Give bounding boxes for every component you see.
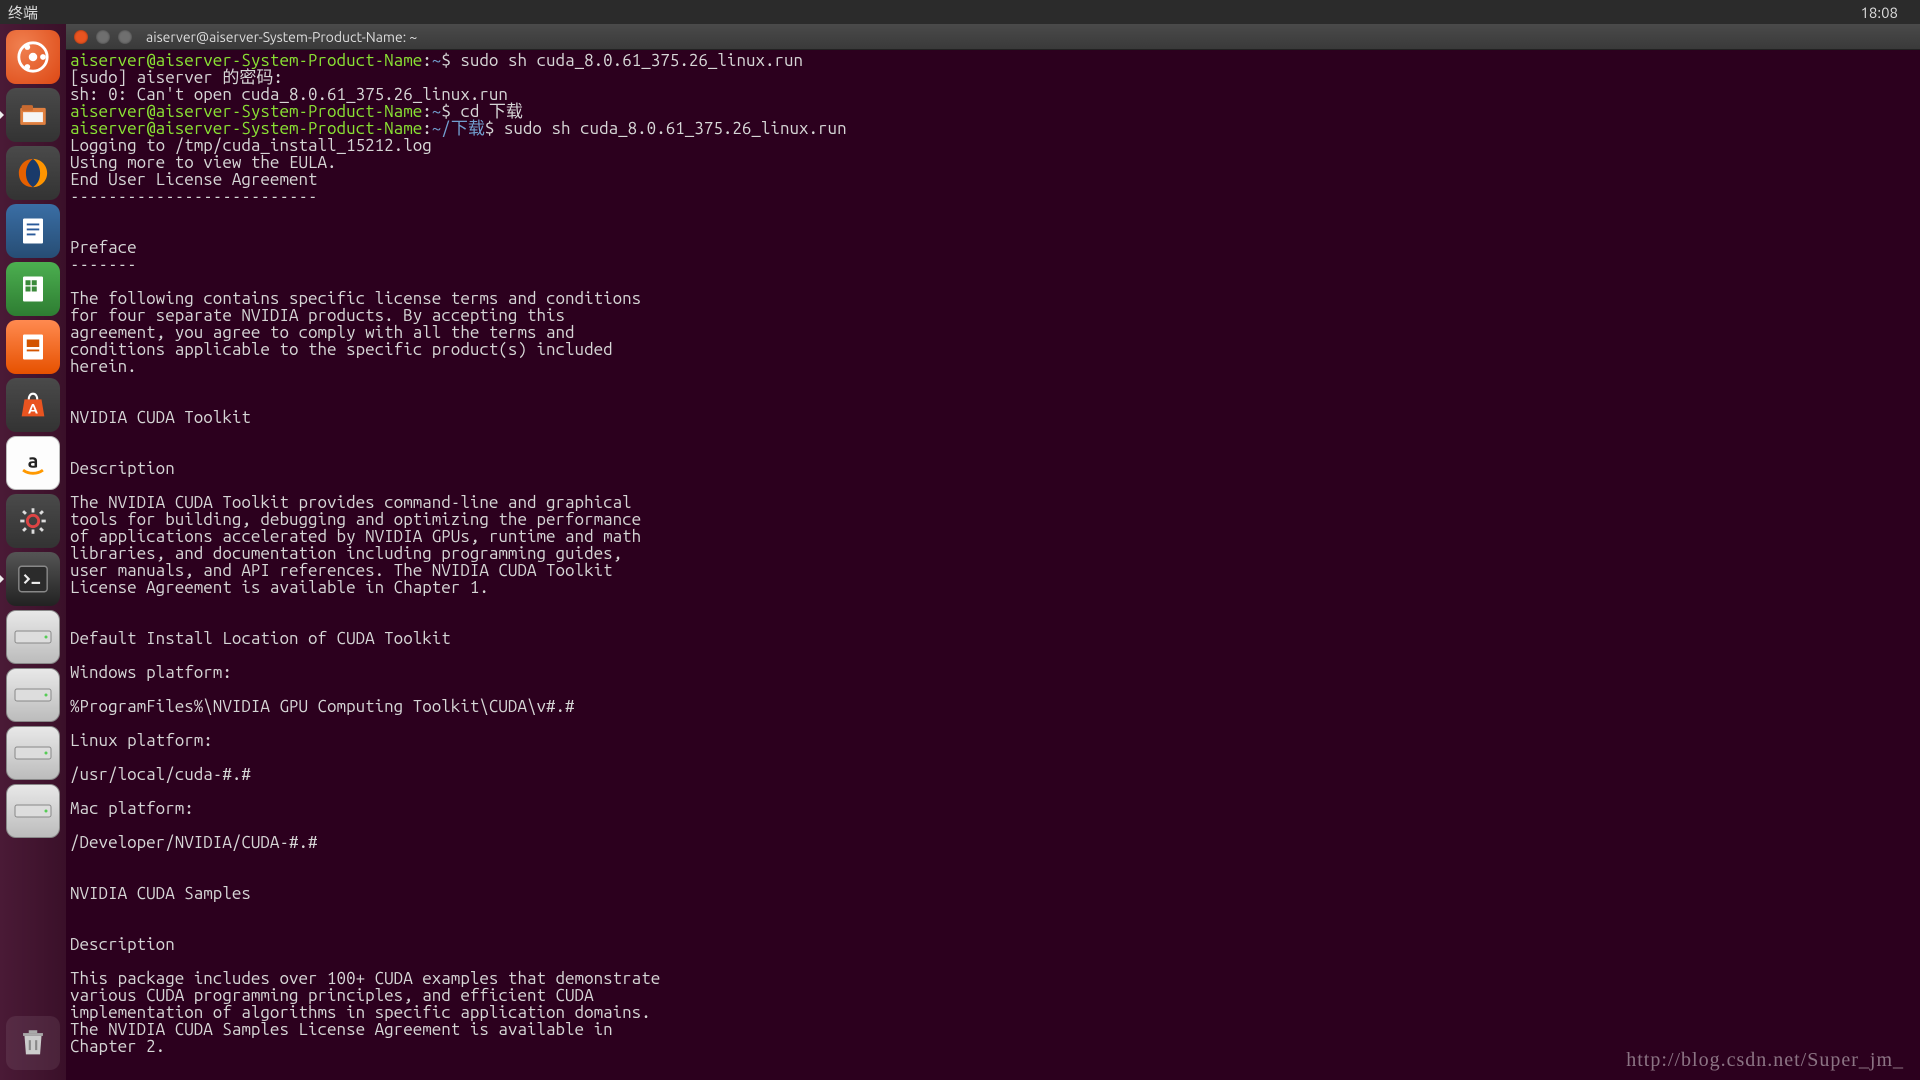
window-minimize-button[interactable] (96, 30, 110, 44)
clock-label[interactable]: 18:08 (1860, 4, 1898, 21)
command-text: sudo sh cuda_8.0.61_375.26_linux.run (460, 51, 803, 70)
window-maximize-button[interactable] (118, 30, 132, 44)
top-panel: 终端 18:08 (0, 0, 1920, 24)
output-line: License Agreement is available in Chapte… (70, 578, 489, 597)
launcher: A a (0, 24, 66, 1080)
svg-text:a: a (28, 449, 39, 471)
output-line: conditions applicable to the specific pr… (70, 340, 613, 359)
firefox-icon[interactable] (6, 146, 60, 200)
terminal-icon[interactable] (6, 552, 60, 606)
output-line: Linux platform: (70, 731, 213, 750)
window-titlebar[interactable]: aiserver@aiserver-System-Product-Name: ~ (66, 24, 1920, 50)
output-line: /Developer/NVIDIA/CUDA-#.# (70, 833, 318, 852)
output-line: Chapter 2. (70, 1037, 165, 1056)
command-text: sudo sh cuda_8.0.61_375.26_linux.run (504, 119, 847, 138)
files-icon[interactable] (6, 88, 60, 142)
svg-text:A: A (28, 401, 38, 417)
output-line: Description (70, 459, 175, 478)
drive-icon-3[interactable] (6, 726, 60, 780)
settings-icon[interactable] (6, 494, 60, 548)
output-line: %ProgramFiles%\NVIDIA GPU Computing Tool… (70, 697, 575, 716)
output-line: -------------------------- (70, 187, 318, 206)
prompt-path: ~/下载 (432, 119, 485, 138)
output-line: Windows platform: (70, 663, 232, 682)
writer-icon[interactable] (6, 204, 60, 258)
drive-icon-1[interactable] (6, 610, 60, 664)
output-line: NVIDIA CUDA Samples (70, 884, 251, 903)
terminal-window: aiserver@aiserver-System-Product-Name: ~… (66, 24, 1920, 1080)
active-app-label: 终端 (8, 2, 38, 23)
watermark-text: http://blog.csdn.net/Super_jm_ (1626, 1049, 1904, 1072)
prompt-path: ~ (432, 51, 442, 70)
output-line: NVIDIA CUDA Toolkit (70, 408, 251, 427)
output-line: ------- (70, 255, 137, 274)
terminal-body[interactable]: aiserver@aiserver-System-Product-Name:~$… (66, 50, 1920, 1080)
output-line: herein. (70, 357, 137, 376)
drive-icon-2[interactable] (6, 668, 60, 722)
trash-icon[interactable] (6, 1016, 60, 1070)
output-line: Description (70, 935, 175, 954)
window-title: aiserver@aiserver-System-Product-Name: ~ (146, 29, 417, 45)
calc-icon[interactable] (6, 262, 60, 316)
output-line: /usr/local/cuda-#.# (70, 765, 251, 784)
dash-icon[interactable] (6, 30, 60, 84)
window-close-button[interactable] (74, 30, 88, 44)
amazon-icon[interactable]: a (6, 436, 60, 490)
output-line: Default Install Location of CUDA Toolkit (70, 629, 451, 648)
output-line: Mac platform: (70, 799, 194, 818)
drive-icon-4[interactable] (6, 784, 60, 838)
impress-icon[interactable] (6, 320, 60, 374)
software-icon[interactable]: A (6, 378, 60, 432)
